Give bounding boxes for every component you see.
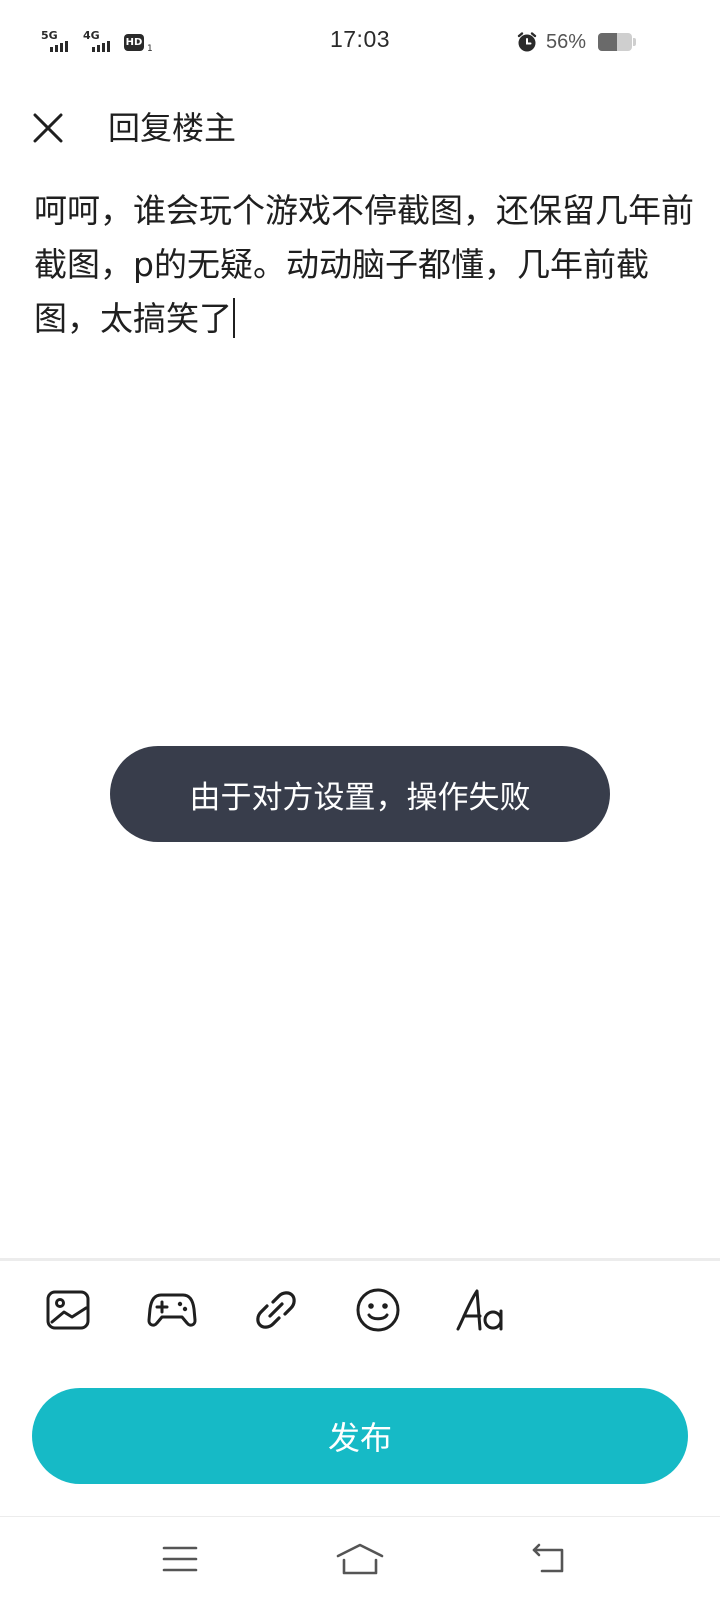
home-button[interactable]	[320, 1537, 400, 1581]
insert-image-button[interactable]	[40, 1282, 96, 1338]
recent-apps-button[interactable]	[140, 1537, 220, 1581]
link-icon	[256, 1291, 296, 1329]
status-bar: 5G 4G HD 1 17:03 56%	[0, 0, 720, 84]
battery-fill	[598, 33, 618, 51]
publish-button[interactable]: 发布	[32, 1388, 688, 1484]
insert-game-button[interactable]	[144, 1282, 200, 1338]
page-title: 回复楼主	[108, 109, 237, 147]
text-cursor	[233, 298, 235, 338]
battery-percent: 56%	[545, 30, 586, 53]
navigation-bar	[0, 1517, 720, 1600]
status-right-group: 56%	[516, 28, 636, 56]
home-icon	[336, 1543, 384, 1575]
back-button[interactable]	[508, 1537, 588, 1581]
header: 回复楼主	[0, 92, 720, 164]
image-icon	[46, 1290, 90, 1330]
close-icon	[33, 113, 63, 143]
back-icon	[532, 1543, 564, 1573]
insert-link-button[interactable]	[248, 1282, 304, 1338]
toast-message: 由于对方设置，操作失败	[110, 746, 610, 842]
publish-label: 发布	[327, 1419, 392, 1457]
reply-text-area[interactable]: 呵呵，谁会玩个游戏不停截图，还保留几年前截图，p的无疑。动动脑子都懂，几年前截图…	[34, 184, 694, 346]
insert-emoji-button[interactable]	[350, 1282, 406, 1338]
toolbar-divider	[0, 1258, 720, 1261]
emoji-icon	[356, 1288, 400, 1332]
font-format-icon	[456, 1289, 503, 1331]
reply-text: 呵呵，谁会玩个游戏不停截图，还保留几年前截图，p的无疑。动动脑子都懂，几年前截图…	[34, 191, 694, 338]
alarm-clock-icon	[517, 32, 537, 52]
menu-icon	[162, 1546, 198, 1572]
close-button[interactable]	[26, 106, 70, 150]
battery-icon	[598, 33, 636, 51]
gamepad-icon	[147, 1293, 197, 1327]
editor-toolbar	[0, 1282, 720, 1338]
text-format-button[interactable]	[452, 1282, 512, 1338]
toast-text: 由于对方设置，操作失败	[189, 779, 531, 816]
